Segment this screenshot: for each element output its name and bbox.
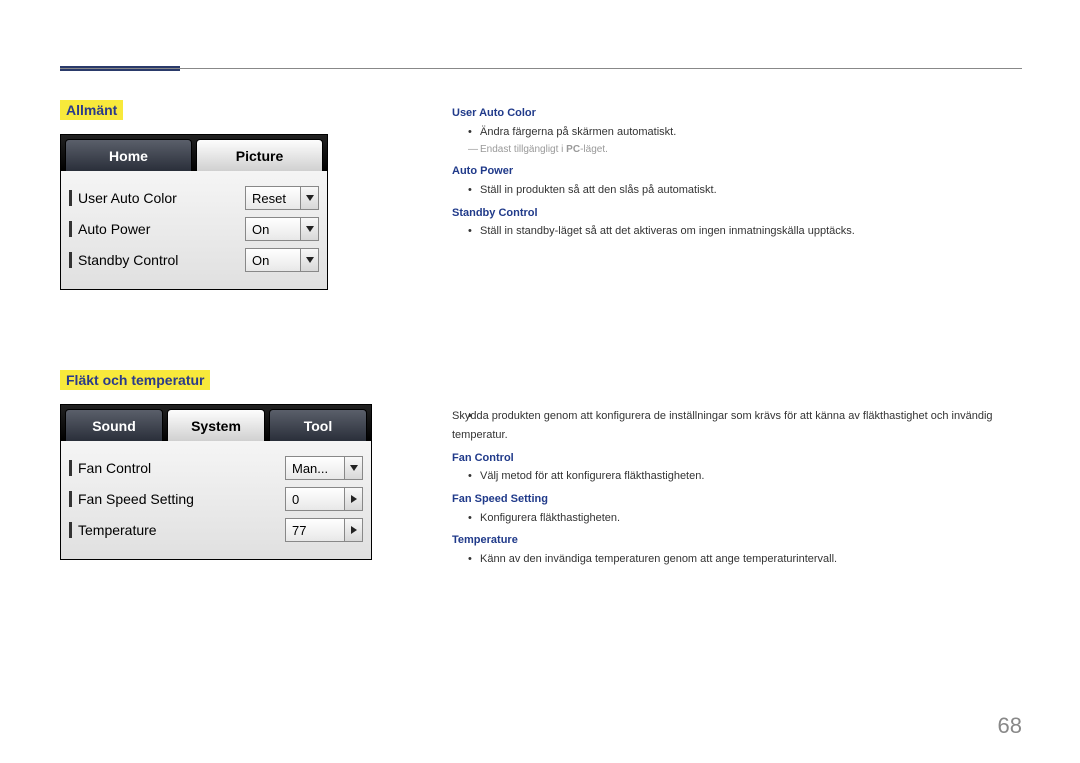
left-column: Allmänt Home Picture User Auto Color Res… (60, 100, 390, 570)
bullet-fan-speed: Konfigurera fläkthastigheten. (452, 509, 1012, 528)
fan-intro-text: Skydda produkten genom att konfigurera d… (452, 407, 1012, 444)
note-user-auto-color: Endast tillgängligt i PC-läget. (452, 141, 1012, 158)
panel-flakt: Sound System Tool Fan Control Man... Fan… (60, 404, 372, 560)
bullet-standby-control: Ställ in standby-läget så att det aktive… (452, 222, 1012, 241)
field-fan-speed[interactable]: 0 (285, 487, 363, 511)
bullet-user-auto-color: Ändra färgerna på skärmen automatiskt. (452, 123, 1012, 142)
row-marker (69, 460, 72, 476)
row-fan-speed: Fan Speed Setting 0 (69, 485, 363, 513)
header-rule (60, 68, 1022, 69)
row-marker (69, 491, 72, 507)
value-auto-power: On (246, 222, 300, 237)
tabbar-flakt: Sound System Tool (61, 405, 371, 441)
field-auto-power[interactable]: On (245, 217, 319, 241)
value-fan-speed: 0 (286, 492, 344, 507)
label-fan-speed: Fan Speed Setting (78, 491, 285, 507)
row-temperature: Temperature 77 (69, 516, 363, 544)
field-fan-control[interactable]: Man... (285, 456, 363, 480)
label-temperature: Temperature (78, 522, 285, 538)
tabbody-flakt: Fan Control Man... Fan Speed Setting 0 (61, 441, 371, 559)
section-flakt: Fläkt och temperatur Sound System Tool F… (60, 370, 390, 560)
head-user-auto-color: User Auto Color (452, 104, 1012, 123)
bullet-auto-power: Ställ in produkten så att den slås på au… (452, 181, 1012, 200)
row-marker (69, 221, 72, 237)
bullet-temperature: Känn av den invändiga temperaturen genom… (452, 550, 1012, 569)
section-allmant: Allmänt Home Picture User Auto Color Res… (60, 100, 390, 290)
row-auto-power: Auto Power On (69, 215, 319, 243)
section-title-flakt: Fläkt och temperatur (60, 370, 210, 390)
tab-sound[interactable]: Sound (65, 409, 163, 441)
row-marker (69, 190, 72, 206)
label-user-auto-color: User Auto Color (78, 190, 245, 206)
bullet-fan-control: Välj metod för att konfigurera fläkthast… (452, 467, 1012, 486)
right-column: User Auto Color Ändra färgerna på skärme… (452, 100, 1012, 569)
stepper-arrow-icon (344, 488, 362, 510)
tab-system[interactable]: System (167, 409, 265, 441)
head-standby-control: Standby Control (452, 204, 1012, 223)
note-prefix: Endast tillgängligt i (480, 144, 566, 155)
note-bold: PC (566, 144, 580, 155)
note-suffix: -läget. (580, 144, 608, 155)
dropdown-arrow-icon (300, 187, 318, 209)
stepper-arrow-icon (344, 519, 362, 541)
panel-allmant: Home Picture User Auto Color Reset Auto … (60, 134, 328, 290)
section-title-allmant: Allmänt (60, 100, 123, 120)
tab-picture[interactable]: Picture (196, 139, 323, 171)
row-fan-control: Fan Control Man... (69, 454, 363, 482)
dropdown-arrow-icon (344, 457, 362, 479)
tabbar-allmant: Home Picture (61, 135, 327, 171)
tab-tool[interactable]: Tool (269, 409, 367, 441)
value-standby-control: On (246, 253, 300, 268)
head-fan-control: Fan Control (452, 449, 1012, 468)
dropdown-arrow-icon (300, 218, 318, 240)
label-auto-power: Auto Power (78, 221, 245, 237)
field-temperature[interactable]: 77 (285, 518, 363, 542)
field-user-auto-color[interactable]: Reset (245, 186, 319, 210)
label-fan-control: Fan Control (78, 460, 285, 476)
row-marker (69, 522, 72, 538)
value-fan-control: Man... (286, 461, 344, 476)
head-fan-speed: Fan Speed Setting (452, 490, 1012, 509)
row-marker (69, 252, 72, 268)
dropdown-arrow-icon (300, 249, 318, 271)
tab-home[interactable]: Home (65, 139, 192, 171)
head-auto-power: Auto Power (452, 162, 1012, 181)
head-temperature: Temperature (452, 531, 1012, 550)
tabbody-allmant: User Auto Color Reset Auto Power On (61, 171, 327, 289)
page-number: 68 (998, 713, 1022, 739)
row-standby-control: Standby Control On (69, 246, 319, 274)
fan-intro-span: Skydda produkten genom att konfigurera d… (452, 410, 993, 441)
label-standby-control: Standby Control (78, 252, 245, 268)
row-user-auto-color: User Auto Color Reset (69, 184, 319, 212)
field-standby-control[interactable]: On (245, 248, 319, 272)
value-user-auto-color: Reset (246, 191, 300, 206)
value-temperature: 77 (286, 523, 344, 538)
